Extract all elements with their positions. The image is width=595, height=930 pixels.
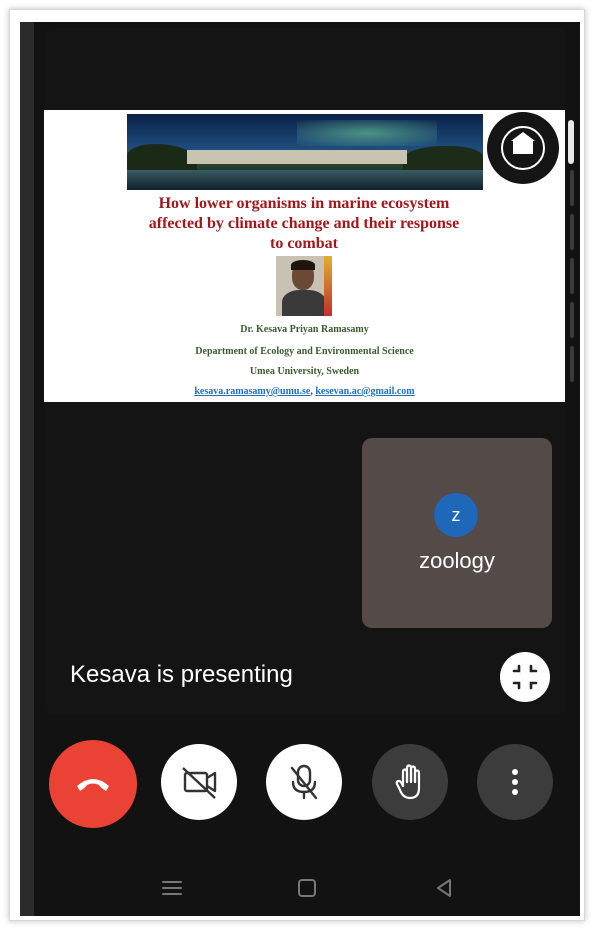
menu-icon[interactable] — [158, 874, 186, 902]
raise-hand-icon — [395, 764, 421, 800]
university-seal-logo — [487, 112, 559, 184]
mic-off-icon — [290, 764, 318, 800]
slide-department: Department of Ecology and Environmental … — [195, 346, 414, 357]
participant-tile[interactable]: z zoology — [362, 438, 552, 628]
phone-hangup-icon — [77, 779, 109, 791]
back-icon[interactable] — [430, 874, 458, 902]
more-options-button[interactable] — [477, 744, 553, 820]
email-link-1[interactable]: kesava.ramasamy@umu.se — [194, 386, 310, 397]
presentation-slide[interactable]: How lower organisms in marine ecosystem … — [44, 110, 565, 402]
slide-title: How lower organisms in marine ecosystem … — [104, 194, 504, 254]
end-call-button[interactable] — [49, 740, 137, 828]
scrollbar-track — [570, 170, 574, 382]
mic-toggle-button[interactable] — [266, 744, 342, 820]
home-icon[interactable] — [293, 874, 321, 902]
presenting-status: Kesava is presenting — [70, 661, 293, 688]
slide-emails: kesava.ramasamy@umu.se, kesevan.ac@gmail… — [44, 386, 565, 397]
slide-title-line: affected by climate change and their res… — [148, 215, 460, 232]
screen-edge — [20, 22, 34, 916]
slide-author: Dr. Kesava Priyan Ramasamy — [240, 324, 369, 335]
camera-off-icon — [182, 767, 217, 799]
camera-toggle-button[interactable] — [161, 744, 237, 820]
participant-name: zoology — [419, 548, 495, 573]
slide-university: Umea University, Sweden — [249, 366, 360, 377]
android-nav-bar — [20, 860, 580, 916]
campus-banner-image — [127, 114, 483, 190]
scrollbar-thumb[interactable] — [568, 120, 574, 164]
email-link-2[interactable]: kesevan.ac@gmail.com — [315, 386, 414, 397]
slide-title-line: to combat — [270, 235, 338, 252]
participant-avatar: z — [434, 493, 478, 537]
presenter-photo — [276, 256, 332, 316]
raise-hand-button[interactable] — [372, 744, 448, 820]
exit-fullscreen-icon — [512, 664, 538, 690]
slide-title-line: How lower organisms in marine ecosystem — [158, 195, 450, 212]
more-vertical-icon — [512, 769, 518, 795]
exit-fullscreen-button[interactable] — [500, 652, 550, 702]
